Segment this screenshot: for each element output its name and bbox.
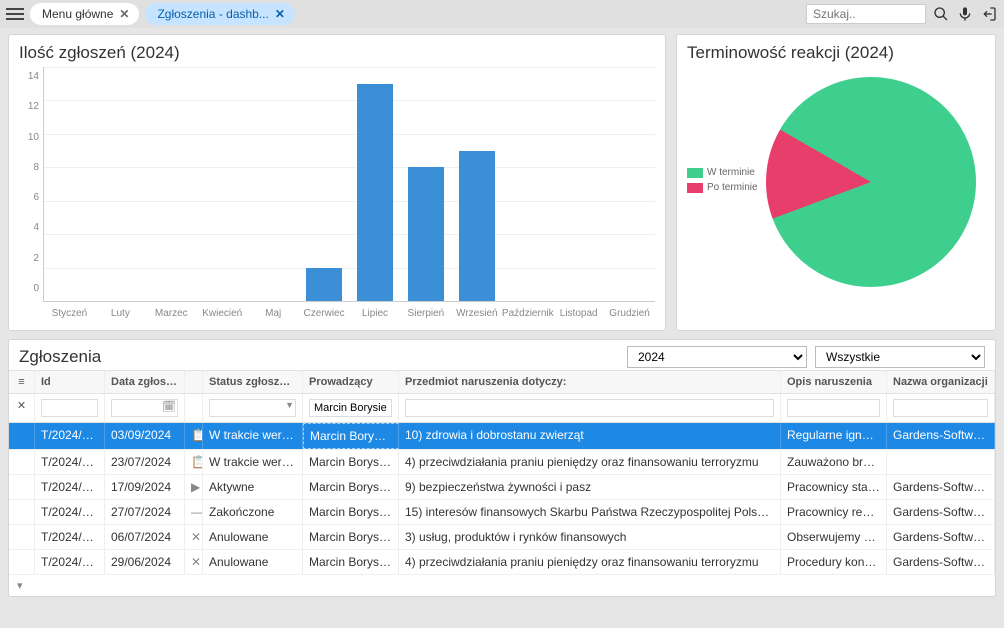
top-toolbar: Menu główne ✕ Zgłoszenia - dashb... ✕ <box>0 0 1004 28</box>
table-row[interactable]: T/2024/07/4106/07/2024✕AnulowaneMarcin B… <box>9 525 995 550</box>
filter-id[interactable] <box>41 399 98 417</box>
col-status-icon[interactable] <box>185 371 203 393</box>
table-row[interactable]: T/2024/07/4623/07/2024📋W trakcie weryfik… <box>9 450 995 475</box>
expand-row[interactable]: ▾ <box>9 575 995 596</box>
filter-org[interactable] <box>893 399 988 417</box>
bar <box>408 167 444 301</box>
tab-label: Zgłoszenia - dashb... <box>157 7 268 21</box>
pie-legend: W terminie Po terminie <box>687 167 758 197</box>
tab-main-menu[interactable]: Menu główne ✕ <box>30 3 139 25</box>
x-tick: Lipiec <box>362 308 388 319</box>
filter-row: ✕ 🗓 ▼ <box>9 394 995 423</box>
clear-filter-icon[interactable]: ✕ <box>9 394 35 422</box>
status-icon: ✕ <box>191 530 203 544</box>
table-title: Zgłoszenia <box>19 347 619 367</box>
status-icon: — <box>191 505 203 519</box>
year-select[interactable]: 2024 <box>627 346 807 368</box>
chart-title: Ilość zgłoszeń (2024) <box>19 43 655 63</box>
col-id[interactable]: Id <box>35 371 105 393</box>
chevron-down-icon[interactable]: ▼ <box>285 400 294 410</box>
filter-status[interactable] <box>209 399 296 417</box>
calendar-icon[interactable]: 🗓 <box>162 400 176 413</box>
x-tick: Wrzesień <box>456 308 498 319</box>
search-input[interactable] <box>806 4 926 24</box>
x-tick: Luty <box>111 308 130 319</box>
chart-area: StyczeńLutyMarzecKwiecieńMajCzerwiecLipi… <box>43 67 655 302</box>
table-panel: Zgłoszenia 2024 Wszystkie ≡ Id Data zgło… <box>8 339 996 597</box>
status-icon: 📋 <box>191 455 203 469</box>
bar <box>357 84 393 301</box>
col-subject[interactable]: Przedmiot naruszenia dotyczy: <box>399 371 781 393</box>
table-row[interactable]: T/2024/07/3627/07/2024—ZakończoneMarcin … <box>9 500 995 525</box>
x-tick: Maj <box>265 308 281 319</box>
pie-chart-card: Terminowość reakcji (2024) W terminie Po … <box>676 34 996 331</box>
x-tick: Listopad <box>560 308 598 319</box>
y-axis: 14121086420 <box>19 67 43 322</box>
x-tick: Marzec <box>155 308 188 319</box>
scope-select[interactable]: Wszystkie <box>815 346 985 368</box>
filter-lead[interactable] <box>309 399 392 417</box>
x-tick: Grudzień <box>609 308 650 319</box>
x-tick: Czerwiec <box>304 308 345 319</box>
close-icon[interactable]: ✕ <box>119 7 129 21</box>
bar-chart-card: Ilość zgłoszeń (2024) 14121086420 Stycze… <box>8 34 666 331</box>
grid-body: T/2024/07/3103/09/2024📋W trakcie weryfik… <box>9 423 995 575</box>
filter-subject[interactable] <box>405 399 774 417</box>
x-tick: Styczeń <box>52 308 88 319</box>
mic-icon[interactable] <box>956 5 974 23</box>
col-status[interactable]: Status zgłoszenia▲ <box>203 371 303 393</box>
status-icon: 📋 <box>191 428 203 442</box>
legend-item: W terminie <box>687 167 758 178</box>
x-tick: Październik <box>502 308 554 319</box>
x-tick: Sierpień <box>408 308 445 319</box>
legend-item: Po terminie <box>687 182 758 193</box>
table-row[interactable]: T/2024/07/6017/09/2024▶AktywneMarcin Bor… <box>9 475 995 500</box>
col-desc[interactable]: Opis naruszenia <box>781 371 887 393</box>
col-date[interactable]: Data zgłoszenia <box>105 371 185 393</box>
table-row[interactable]: T/2024/07/3103/09/2024📋W trakcie weryfik… <box>9 423 995 450</box>
logout-icon[interactable] <box>980 5 998 23</box>
table-row[interactable]: T/2024/07/2629/06/2024✕AnulowaneMarcin B… <box>9 550 995 575</box>
close-icon[interactable]: ✕ <box>275 7 285 21</box>
status-icon: ▶ <box>191 480 203 494</box>
status-icon: ✕ <box>191 555 203 569</box>
search-icon[interactable] <box>932 5 950 23</box>
chart-title: Terminowość reakcji (2024) <box>687 43 985 63</box>
tab-dashboard[interactable]: Zgłoszenia - dashb... ✕ <box>145 3 294 25</box>
x-tick: Kwiecień <box>202 308 242 319</box>
bar <box>306 268 342 301</box>
grid-header: ≡ Id Data zgłoszenia Status zgłoszenia▲ … <box>9 370 995 394</box>
col-lead[interactable]: Prowadzący <box>303 371 399 393</box>
col-org[interactable]: Nazwa organizacji <box>887 371 995 393</box>
tab-label: Menu główne <box>42 7 113 21</box>
pie-chart <box>766 77 976 287</box>
bar <box>459 151 495 301</box>
menu-icon[interactable] <box>6 5 24 23</box>
row-options-icon[interactable]: ≡ <box>9 371 35 393</box>
filter-desc[interactable] <box>787 399 880 417</box>
